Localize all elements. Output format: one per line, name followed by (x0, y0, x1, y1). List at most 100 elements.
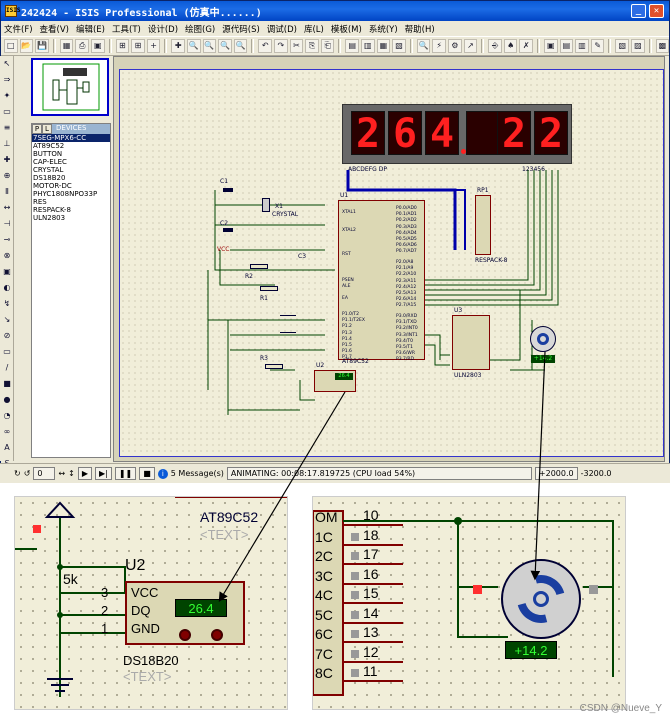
toolbar-icon-0[interactable]: □ (4, 39, 18, 53)
mode-tool-icon-7[interactable]: ⊕ (1, 170, 13, 182)
mode-tool-icon-0[interactable]: ↖ (1, 58, 13, 70)
toolbar-icon-15[interactable]: 🔍 (218, 39, 232, 53)
device-item[interactable]: DS18B20 (32, 174, 110, 182)
mode-tool-icon-10[interactable]: ⊣ (1, 218, 13, 230)
resistor-r1[interactable] (260, 286, 278, 291)
toolbar-icon-27[interactable]: ▧ (392, 39, 406, 53)
device-item[interactable]: MOTOR-DC (32, 182, 110, 190)
mode-tool-icon-15[interactable]: ↯ (1, 298, 13, 310)
menu-item-7[interactable]: 调试(D) (267, 23, 297, 35)
device-item[interactable]: AT89C52 (32, 142, 110, 150)
step-button[interactable]: ▶| (94, 467, 112, 480)
play-button[interactable]: ▶ (77, 467, 92, 480)
schematic-canvas[interactable]: 26422 ABCDEFG DP 123456 U1 AT89C52 P0.0/… (113, 56, 665, 462)
toolbar-icon-10[interactable]: + (146, 39, 161, 53)
message-count[interactable]: 5 Message(s) (171, 469, 224, 478)
toolbar-icon-14[interactable]: 🔍 (202, 39, 217, 53)
capacitor-c1[interactable] (223, 188, 233, 192)
device-item[interactable]: 7SEG-MPX6-CC (32, 134, 110, 142)
toolbar-icon-2[interactable]: 💾 (35, 39, 49, 53)
mode-tool-icon-1[interactable]: ⇒ (1, 74, 13, 86)
toolbar-icon-43[interactable]: ▧ (615, 39, 630, 53)
device-item[interactable]: ULN2803 (32, 214, 110, 222)
toolbar-icon-26[interactable]: ▦ (376, 39, 391, 53)
toolbar-icon-5[interactable]: ⎙ (75, 39, 90, 53)
capacitor-c2[interactable] (223, 228, 233, 232)
toolbar-icon-41[interactable]: ✎ (590, 39, 605, 53)
toolbar-icon-25[interactable]: ▥ (361, 39, 375, 53)
u3-uln2803[interactable] (452, 315, 490, 370)
toolbar-icon-19[interactable]: ↷ (274, 39, 288, 53)
menu-item-9[interactable]: 模板(M) (331, 23, 362, 35)
rotate-icon[interactable]: ↻ (14, 469, 21, 478)
zoom-probe-button-1[interactable] (179, 629, 191, 641)
mode-tool-icon-12[interactable]: ⊗ (1, 250, 13, 262)
mode-tool-icon-22[interactable]: ◔ (1, 410, 13, 422)
device-item[interactable]: PHYC1808NPO33P (32, 190, 110, 198)
toolbar-icon-29[interactable]: 🔍 (416, 39, 431, 53)
flip-icon[interactable]: ↕ (68, 469, 75, 478)
menu-item-11[interactable]: 帮助(H) (405, 23, 435, 35)
mode-tool-icon-2[interactable]: ✦ (1, 90, 13, 102)
zoom-probe-button-2[interactable] (211, 629, 223, 641)
toolbar-icon-22[interactable]: ⎗ (320, 39, 335, 53)
menu-item-3[interactable]: 工具(T) (112, 23, 141, 35)
button-1[interactable] (280, 315, 296, 321)
device-item[interactable]: CRYSTAL (32, 166, 110, 174)
mode-tool-icon-21[interactable]: ● (1, 394, 13, 406)
menu-item-8[interactable]: 库(L) (304, 23, 324, 35)
crystal-x1[interactable] (262, 198, 270, 212)
toolbar-icon-36[interactable]: ✗ (519, 39, 534, 53)
toolbar-icon-8[interactable]: ⊞ (115, 39, 130, 53)
menu-item-6[interactable]: 源代码(S) (222, 23, 260, 35)
zoom-motor[interactable] (501, 559, 581, 639)
mode-tool-icon-14[interactable]: ◐ (1, 282, 13, 294)
toolbar-icon-38[interactable]: ▣ (544, 39, 558, 53)
mode-tool-icon-16[interactable]: ↘ (1, 314, 13, 326)
toolbar-icon-40[interactable]: ▥ (575, 39, 589, 53)
mode-tool-icon-5[interactable]: ⊥ (1, 138, 13, 150)
toolbar-icon-34[interactable]: ⎆ (488, 39, 502, 53)
mode-tool-icon-23[interactable]: ∞ (1, 426, 13, 438)
library-button[interactable]: L (42, 124, 52, 134)
device-item[interactable]: BUTTON (32, 150, 110, 158)
mode-tool-icon-6[interactable]: ✚ (1, 154, 13, 166)
mode-tool-icon-17[interactable]: ⊘ (1, 330, 13, 342)
device-item[interactable]: RESPACK-8 (32, 206, 110, 214)
menu-item-1[interactable]: 查看(V) (40, 23, 69, 35)
toolbar-icon-31[interactable]: ⚙ (448, 39, 462, 53)
device-item[interactable]: CAP-ELEC (32, 158, 110, 166)
mode-tool-icon-24[interactable]: A (1, 442, 13, 454)
toolbar-icon-6[interactable]: ▣ (91, 39, 105, 53)
mirror-icon[interactable]: ↔ (58, 469, 65, 478)
stop-button[interactable]: ■ (139, 467, 155, 480)
toolbar-icon-13[interactable]: 🔍 (187, 39, 201, 53)
toolbar-icon-1[interactable]: 📂 (19, 39, 34, 53)
pause-button[interactable]: ❚❚ (114, 467, 137, 480)
toolbar-icon-4[interactable]: ▦ (59, 39, 74, 53)
menu-item-5[interactable]: 绘图(G) (185, 23, 215, 35)
toolbar-icon-35[interactable]: ♠ (503, 39, 518, 53)
menu-item-0[interactable]: 文件(F) (4, 23, 33, 35)
resistor-r3[interactable] (265, 364, 283, 369)
mode-tool-icon-3[interactable]: ▭ (1, 106, 13, 118)
toolbar-icon-30[interactable]: ⚡ (432, 39, 447, 53)
rp1-respack[interactable] (475, 195, 491, 255)
mode-tool-icon-9[interactable]: ↔ (1, 202, 13, 214)
menu-item-4[interactable]: 设计(D) (148, 23, 178, 35)
device-item[interactable]: RES (32, 198, 110, 206)
toolbar-icon-39[interactable]: ▤ (559, 39, 574, 53)
toolbar-icon-24[interactable]: ▤ (345, 39, 360, 53)
menu-item-10[interactable]: 系统(Y) (369, 23, 398, 35)
minimize-button[interactable]: _ (631, 4, 646, 18)
toolbar-icon-44[interactable]: ▨ (631, 39, 645, 53)
mode-tool-icon-11[interactable]: ⊸ (1, 234, 13, 246)
menu-item-2[interactable]: 编辑(E) (76, 23, 105, 35)
motor[interactable] (530, 326, 556, 352)
toolbar-icon-18[interactable]: ↶ (258, 39, 273, 53)
toolbar-icon-20[interactable]: ✂ (289, 39, 304, 53)
toolbar-icon-46[interactable]: ▩ (655, 39, 670, 53)
mode-tool-icon-20[interactable]: ■ (1, 378, 13, 390)
close-button[interactable]: ✕ (649, 4, 664, 18)
toolbar-icon-16[interactable]: 🔍 (233, 39, 248, 53)
